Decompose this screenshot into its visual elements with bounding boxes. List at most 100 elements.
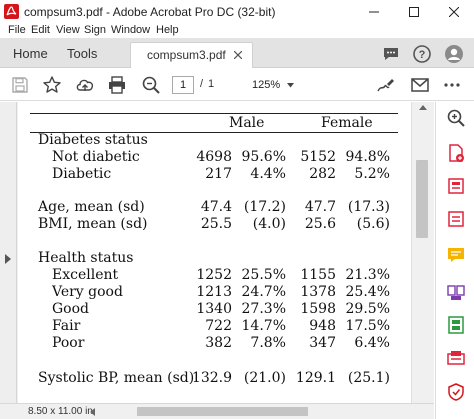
- row-label: Diabetic: [52, 166, 112, 182]
- bookmark-star-icon[interactable]: [42, 75, 62, 95]
- male-count: 4698: [196, 149, 232, 165]
- male-count: 1252: [196, 267, 232, 283]
- vertical-scrollbar[interactable]: [411, 102, 434, 403]
- page-size-label: 8.50 x 11.00 in: [28, 406, 93, 417]
- document-viewport[interactable]: Male Female Diabetes status Not diabetic…: [0, 102, 434, 403]
- tab-home-label: Home: [13, 46, 48, 61]
- female-percent: 25.4%: [345, 284, 390, 300]
- zoom-select[interactable]: 125%: [244, 76, 296, 94]
- female-percent: 17.5%: [345, 318, 390, 334]
- female-count: 1378: [300, 284, 336, 300]
- left-panel-toggle[interactable]: [0, 102, 17, 403]
- tab-document[interactable]: compsum3.pdf: [130, 42, 253, 68]
- title-bar: compsum3.pdf - Adobe Acrobat Pro DC (32-…: [0, 0, 474, 24]
- female-percent: 94.8%: [345, 149, 390, 165]
- menu-edit[interactable]: Edit: [31, 24, 50, 36]
- row-label: Very good: [52, 284, 123, 300]
- female-percent: 6.4%: [354, 335, 390, 351]
- tab-tools[interactable]: Tools: [57, 38, 112, 68]
- table-top-rule: [30, 113, 398, 114]
- female-percent: 5.2%: [354, 166, 390, 182]
- male-sd: (17.2): [243, 199, 286, 215]
- menu-file[interactable]: File: [8, 24, 26, 36]
- tab-tools-label: Tools: [67, 46, 98, 61]
- page-separator: /: [200, 78, 204, 90]
- acrobat-app-icon: [4, 4, 19, 19]
- male-percent: 4.4%: [250, 166, 286, 182]
- print-icon[interactable]: [107, 75, 127, 95]
- group-header-diabetes: Diabetes status: [38, 132, 148, 148]
- female-count: 1155: [300, 267, 336, 283]
- male-percent: 27.3%: [241, 301, 286, 317]
- female-count: 1598: [300, 301, 336, 317]
- comment-icon[interactable]: [446, 245, 466, 265]
- protect-icon[interactable]: [446, 382, 466, 402]
- tab-home[interactable]: Home: [0, 38, 57, 68]
- window-title: compsum3.pdf - Adobe Acrobat Pro DC (32-…: [24, 5, 276, 19]
- help-icon[interactable]: ?: [412, 44, 432, 64]
- male-percent: 7.8%: [250, 335, 286, 351]
- right-tools-panel: [435, 102, 474, 419]
- menu-sign[interactable]: Sign: [84, 24, 106, 36]
- tab-document-label: compsum3.pdf: [147, 48, 226, 62]
- female-mean: 47.7: [304, 199, 336, 215]
- tab-bar: Home Tools compsum3.pdf ?: [0, 38, 474, 68]
- toolbar: 1 / 1 125%: [0, 69, 474, 101]
- row-label: Not diabetic: [52, 149, 140, 165]
- sign-pen-icon[interactable]: [376, 75, 396, 95]
- close-window-button[interactable]: [434, 0, 474, 24]
- account-avatar[interactable]: [444, 44, 464, 64]
- male-mean: 25.5: [200, 216, 232, 232]
- female-sd: (25.1): [347, 370, 390, 386]
- chat-icon[interactable]: [381, 44, 401, 64]
- menu-view[interactable]: View: [56, 24, 80, 36]
- male-percent: 25.5%: [241, 267, 286, 283]
- save-icon[interactable]: [10, 75, 30, 95]
- row-label: Systolic BP, mean (sd): [38, 370, 195, 386]
- organize-pages-icon[interactable]: [446, 315, 466, 335]
- page-number-input[interactable]: 1: [172, 76, 194, 94]
- vertical-scroll-thumb[interactable]: [416, 160, 428, 238]
- menu-bar: File Edit View Sign Window Help: [0, 24, 474, 38]
- female-count: 5152: [300, 149, 336, 165]
- column-header-male: Male: [229, 115, 265, 131]
- zoom-search-icon[interactable]: [141, 75, 161, 95]
- scan-icon[interactable]: [446, 348, 466, 368]
- female-mean: 129.1: [295, 370, 336, 386]
- search-icon[interactable]: [446, 108, 466, 128]
- chevron-down-icon: [287, 83, 294, 88]
- close-tab-icon[interactable]: [234, 51, 242, 59]
- row-label: Poor: [52, 335, 85, 351]
- edit-pdf-icon[interactable]: [446, 176, 466, 196]
- male-count: 1340: [196, 301, 232, 317]
- pdf-page: Male Female Diabetes status Not diabetic…: [18, 102, 411, 403]
- combine-files-icon[interactable]: [446, 282, 466, 302]
- group-header-health: Health status: [38, 250, 134, 266]
- minimize-button[interactable]: [354, 0, 394, 24]
- male-mean: 47.4: [200, 199, 232, 215]
- male-sd: (21.0): [243, 370, 286, 386]
- menu-window[interactable]: Window: [111, 24, 150, 36]
- menu-help[interactable]: Help: [156, 24, 179, 36]
- scroll-up-icon[interactable]: [419, 105, 427, 110]
- male-percent: 14.7%: [241, 318, 286, 334]
- upload-cloud-icon[interactable]: [75, 75, 95, 95]
- column-header-female: Female: [321, 115, 373, 131]
- row-label: Age, mean (sd): [38, 199, 145, 215]
- female-mean: 25.6: [304, 216, 336, 232]
- row-label: Excellent: [52, 267, 119, 283]
- female-percent: 21.3%: [345, 267, 390, 283]
- row-label: Good: [52, 301, 90, 317]
- status-bar: 8.50 x 11.00 in: [0, 403, 434, 419]
- scroll-left-icon[interactable]: [90, 408, 95, 416]
- horizontal-scroll-thumb[interactable]: [137, 407, 308, 416]
- more-icon[interactable]: [442, 75, 462, 95]
- chevron-right-icon: [5, 254, 11, 264]
- male-count: 722: [205, 318, 232, 334]
- maximize-button[interactable]: [394, 0, 434, 24]
- male-sd: (4.0): [252, 216, 286, 232]
- male-percent: 95.6%: [241, 149, 286, 165]
- email-icon[interactable]: [410, 75, 430, 95]
- create-pdf-icon[interactable]: [446, 143, 466, 163]
- export-pdf-icon[interactable]: [446, 209, 466, 229]
